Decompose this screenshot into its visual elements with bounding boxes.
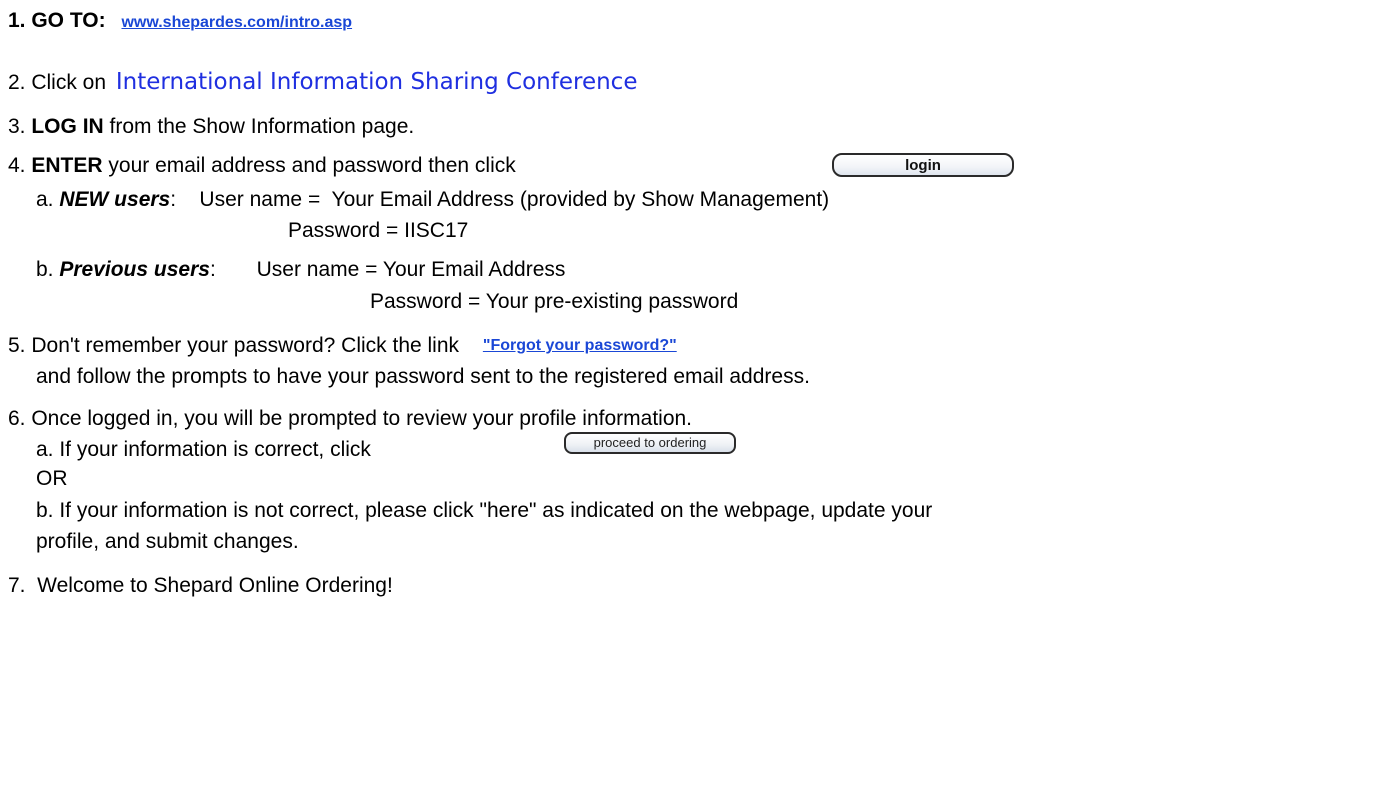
step-3-keyword: LOG IN — [31, 115, 104, 138]
forgot-password-link[interactable]: "Forgot your password?" — [483, 337, 677, 354]
step-4: 4. ENTER your email address and password… — [8, 153, 516, 179]
step-5-text: 5. Don't remember your password? Click t… — [8, 334, 460, 357]
step-6b-line-2: profile, and submit changes. — [36, 530, 299, 553]
step-1-prefix: 1. GO TO: — [8, 9, 106, 32]
new-users-label: NEW users — [59, 188, 171, 211]
proceed-to-ordering-button[interactable]: proceed to ordering — [564, 432, 736, 454]
step-2: 2. Click on International Information Sh… — [8, 69, 637, 96]
step-6a: a. If your information is correct, click — [36, 438, 371, 461]
step-6b-line-1: b. If your information is not correct, p… — [36, 499, 933, 522]
new-users-password: Password = IISC17 — [288, 219, 469, 242]
step-4-keyword: ENTER — [31, 154, 103, 177]
step-4b: b. Previous users: User name = Your Emai… — [36, 257, 565, 283]
previous-users-label: Previous users — [59, 258, 210, 281]
step-4b-number: b. — [36, 258, 54, 281]
shepard-intro-link[interactable]: www.shepardes.com/intro.asp — [121, 14, 352, 31]
step-6: 6. Once logged in, you will be prompted … — [8, 407, 693, 430]
previous-users-password: Password = Your pre-existing password — [370, 290, 739, 313]
step-5: 5. Don't remember your password? Click t… — [8, 333, 677, 359]
step-7: 7. Welcome to Shepard Online Ordering! — [8, 574, 393, 597]
step-2-prefix: 2. Click on — [8, 71, 107, 94]
or-text: OR — [36, 467, 68, 490]
conference-link[interactable]: International Information Sharing Confer… — [116, 69, 638, 95]
new-users-username: : User name = Your Email Address (provid… — [170, 188, 830, 211]
step-1: 1. GO TO: www.shepardes.com/intro.asp — [8, 8, 352, 36]
step-4-number: 4. — [8, 154, 26, 177]
step-4a-number: a. — [36, 188, 54, 211]
step-3-number: 3. — [8, 115, 26, 138]
previous-users-username: : User name = Your Email Address — [209, 258, 566, 281]
step-4-text: your email address and password then cli… — [108, 154, 516, 177]
login-button[interactable]: login — [832, 153, 1014, 177]
step-4a: a. NEW users: User name = Your Email Add… — [36, 187, 829, 213]
step-5-continuation: and follow the prompts to have your pass… — [36, 365, 810, 388]
step-3-text: from the Show Information page. — [109, 115, 415, 138]
step-3: 3. LOG IN from the Show Information page… — [8, 114, 414, 140]
